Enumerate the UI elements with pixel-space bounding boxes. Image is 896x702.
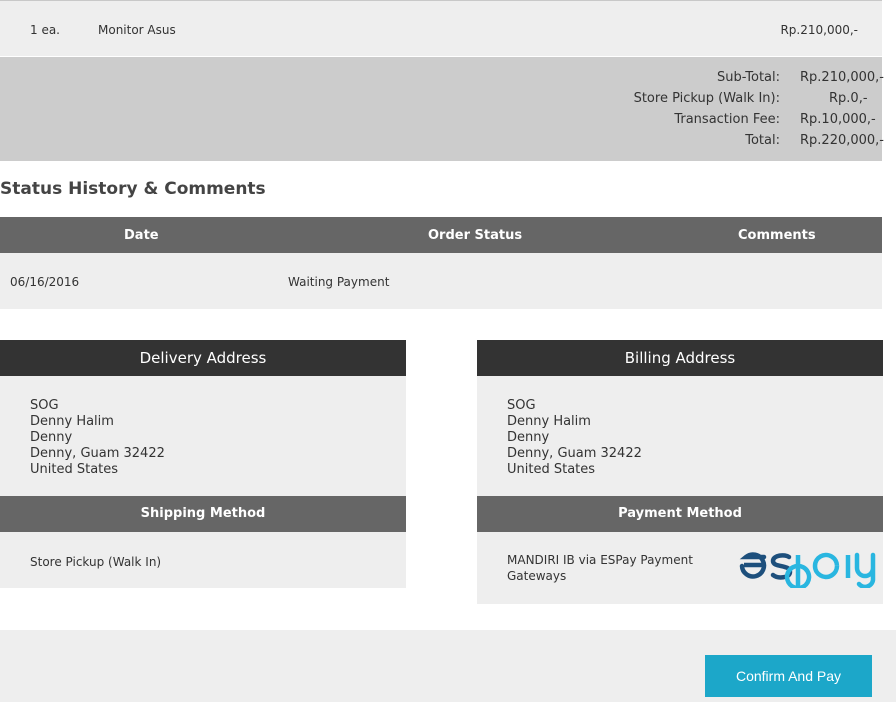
item-name: Monitor Asus <box>98 23 176 37</box>
column-date: Date <box>124 228 159 243</box>
payment-method-body: MANDIRI IB via ESPay Payment Gateways es… <box>477 532 883 604</box>
order-totals: Sub-Total: Rp.210,000,- Store Pickup (Wa… <box>0 57 884 161</box>
billing-street: Denny <box>507 430 550 445</box>
shipping-method-value: Store Pickup (Walk In) <box>30 555 162 569</box>
total-value: Rp.220,000,- <box>800 133 884 148</box>
espay-logo-icon <box>739 552 876 588</box>
billing-address-body: SOG Denny Halim Denny Denny, Guam 32422 … <box>477 376 883 496</box>
status-history-title: Status History & Comments <box>0 179 266 199</box>
payment-method-text: MANDIRI IB via ESPay Payment Gateways <box>507 552 693 584</box>
espay-logo: espay <box>739 538 883 588</box>
shipping-fee-value: Rp.0,- <box>829 91 868 106</box>
payment-method-header: Payment Method <box>477 496 883 532</box>
delivery-street: Denny <box>30 430 73 445</box>
transaction-fee-label: Transaction Fee: <box>674 112 780 127</box>
shipping-method-header: Shipping Method <box>0 496 406 532</box>
transaction-fee-value: Rp.10,000,- <box>800 112 876 127</box>
billing-city: Denny, Guam 32422 <box>507 446 642 461</box>
column-order-status: Order Status <box>428 228 523 243</box>
billing-company: SOG <box>507 398 536 413</box>
billing-name: Denny Halim <box>507 414 591 429</box>
order-item-row: 1 ea. Monitor Asus Rp.210,000,- <box>0 0 882 56</box>
action-bar: Confirm And Pay <box>0 630 896 702</box>
table-row: 06/16/2016 Waiting Payment <box>0 253 882 309</box>
total-label: Total: <box>745 133 780 148</box>
item-price: Rp.210,000,- <box>780 23 858 37</box>
item-quantity: 1 ea. <box>30 23 60 37</box>
column-comments: Comments <box>738 228 816 243</box>
status-date: 06/16/2016 <box>10 275 80 289</box>
confirm-and-pay-button[interactable]: Confirm And Pay <box>705 655 872 697</box>
billing-panel: Billing Address SOG Denny Halim Denny De… <box>477 340 883 604</box>
delivery-company: SOG <box>30 398 59 413</box>
billing-address-header: Billing Address <box>477 340 883 376</box>
subtotal-value: Rp.210,000,- <box>800 70 884 85</box>
status-history-header: Date Order Status Comments <box>0 217 882 253</box>
delivery-city: Denny, Guam 32422 <box>30 446 165 461</box>
delivery-name: Denny Halim <box>30 414 114 429</box>
billing-country: United States <box>507 462 596 477</box>
delivery-panel: Delivery Address SOG Denny Halim Denny D… <box>0 340 406 588</box>
payment-method-line2: Gateways <box>507 569 567 583</box>
payment-method-line1: MANDIRI IB via ESPay Payment <box>507 553 693 567</box>
shipping-method-body: Store Pickup (Walk In) <box>0 532 406 588</box>
shipping-fee-label: Store Pickup (Walk In): <box>633 91 780 106</box>
status-value: Waiting Payment <box>288 275 390 289</box>
delivery-address-body: SOG Denny Halim Denny Denny, Guam 32422 … <box>0 376 406 496</box>
delivery-country: United States <box>30 462 119 477</box>
subtotal-label: Sub-Total: <box>717 70 780 85</box>
delivery-address-header: Delivery Address <box>0 340 406 376</box>
